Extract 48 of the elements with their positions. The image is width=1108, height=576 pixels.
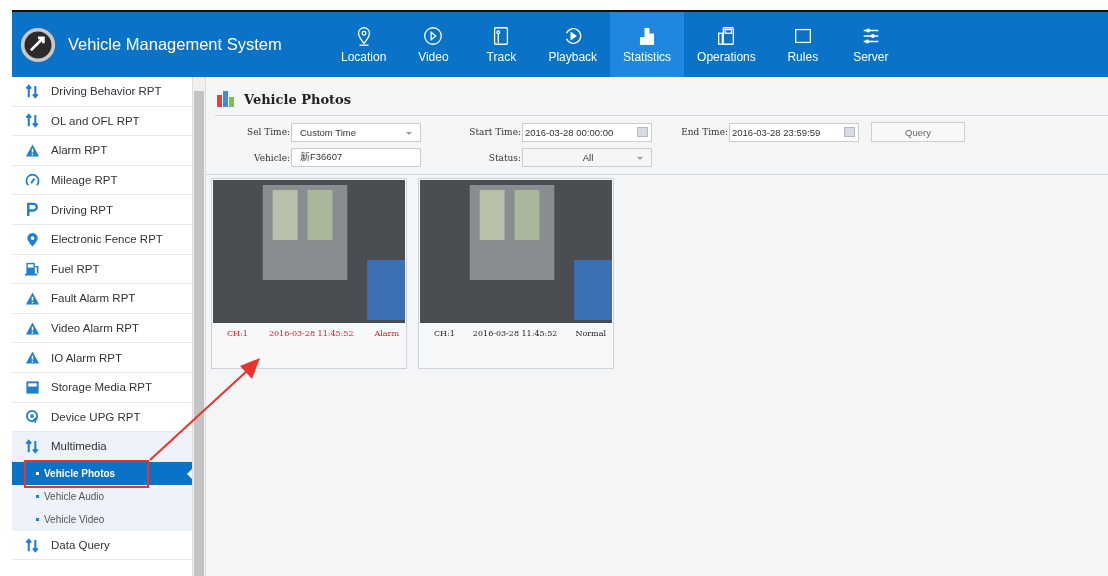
photo-time: 2016-03-28 11:45:52: [268, 329, 354, 338]
field-label: Sel Time:: [246, 127, 290, 137]
up-down-arrows-icon: [25, 83, 40, 99]
up-down-arrows-icon: [25, 438, 40, 454]
warning-icon: [25, 290, 40, 306]
warning-icon: [25, 320, 40, 336]
date-field[interactable]: 2016-03-28 23:59:59: [729, 122, 859, 142]
nav-tab[interactable]: Statistics: [610, 12, 685, 77]
nav-tab[interactable]: Server: [836, 12, 905, 77]
nav-tab[interactable]: Operations: [684, 12, 769, 77]
nav-tab[interactable]: Rules: [768, 12, 837, 77]
nav-tab[interactable]: Playback: [535, 12, 611, 77]
scrollbar[interactable]: [192, 77, 205, 576]
status-text: Normal: [575, 329, 606, 338]
photo-card[interactable]: CH:1 2016-03-28 11:45:52 Normal: [418, 178, 614, 369]
location-pin-icon: [25, 231, 40, 247]
time-select[interactable]: Custom Time: [291, 122, 421, 142]
sidebar-item[interactable]: Multimedia: [12, 432, 192, 462]
nav-tab[interactable]: Location: [328, 12, 400, 77]
warning-icon: [25, 350, 40, 366]
field-label: End Time:: [680, 127, 728, 137]
status-text: Alarm: [374, 329, 399, 338]
parking-icon: [25, 202, 40, 218]
page-title: Vehicle Photos: [244, 91, 352, 107]
photo-card[interactable]: CH:1 2016-03-28 11:45:52 Alarm: [211, 178, 407, 369]
up-down-arrows-icon: [25, 537, 40, 553]
channel-text: CH:1: [227, 329, 248, 338]
photo-time: 2016-03-28 11:45:52: [472, 329, 558, 338]
vehicle-field[interactable]: 新F36607: [291, 148, 421, 167]
nav-tab[interactable]: Video: [399, 12, 468, 77]
upgrade-icon: [25, 409, 40, 425]
query-button[interactable]: Query: [871, 122, 965, 142]
play-icon: [422, 25, 445, 47]
field-label: Status:: [487, 152, 521, 163]
date-field[interactable]: 2016-03-28 00:00:00: [522, 122, 652, 142]
sidebar-subitem[interactable]: Vehicle Video: [12, 507, 192, 531]
logo-icon: [20, 26, 56, 63]
field-label: Vehicle:: [253, 152, 290, 163]
up-down-arrows-icon: [25, 113, 40, 129]
nav-tab[interactable]: Track: [467, 12, 536, 77]
status-select[interactable]: All: [522, 148, 652, 167]
field-label: Start Time:: [468, 127, 521, 137]
gauge-icon: [25, 172, 40, 188]
warning-icon: [25, 143, 40, 158]
channel-text: CH:1: [434, 329, 455, 338]
bar-chart-icon: [217, 91, 235, 107]
fuel-pump-icon: [25, 261, 40, 277]
app-title: Vehicle Management System: [68, 35, 282, 54]
